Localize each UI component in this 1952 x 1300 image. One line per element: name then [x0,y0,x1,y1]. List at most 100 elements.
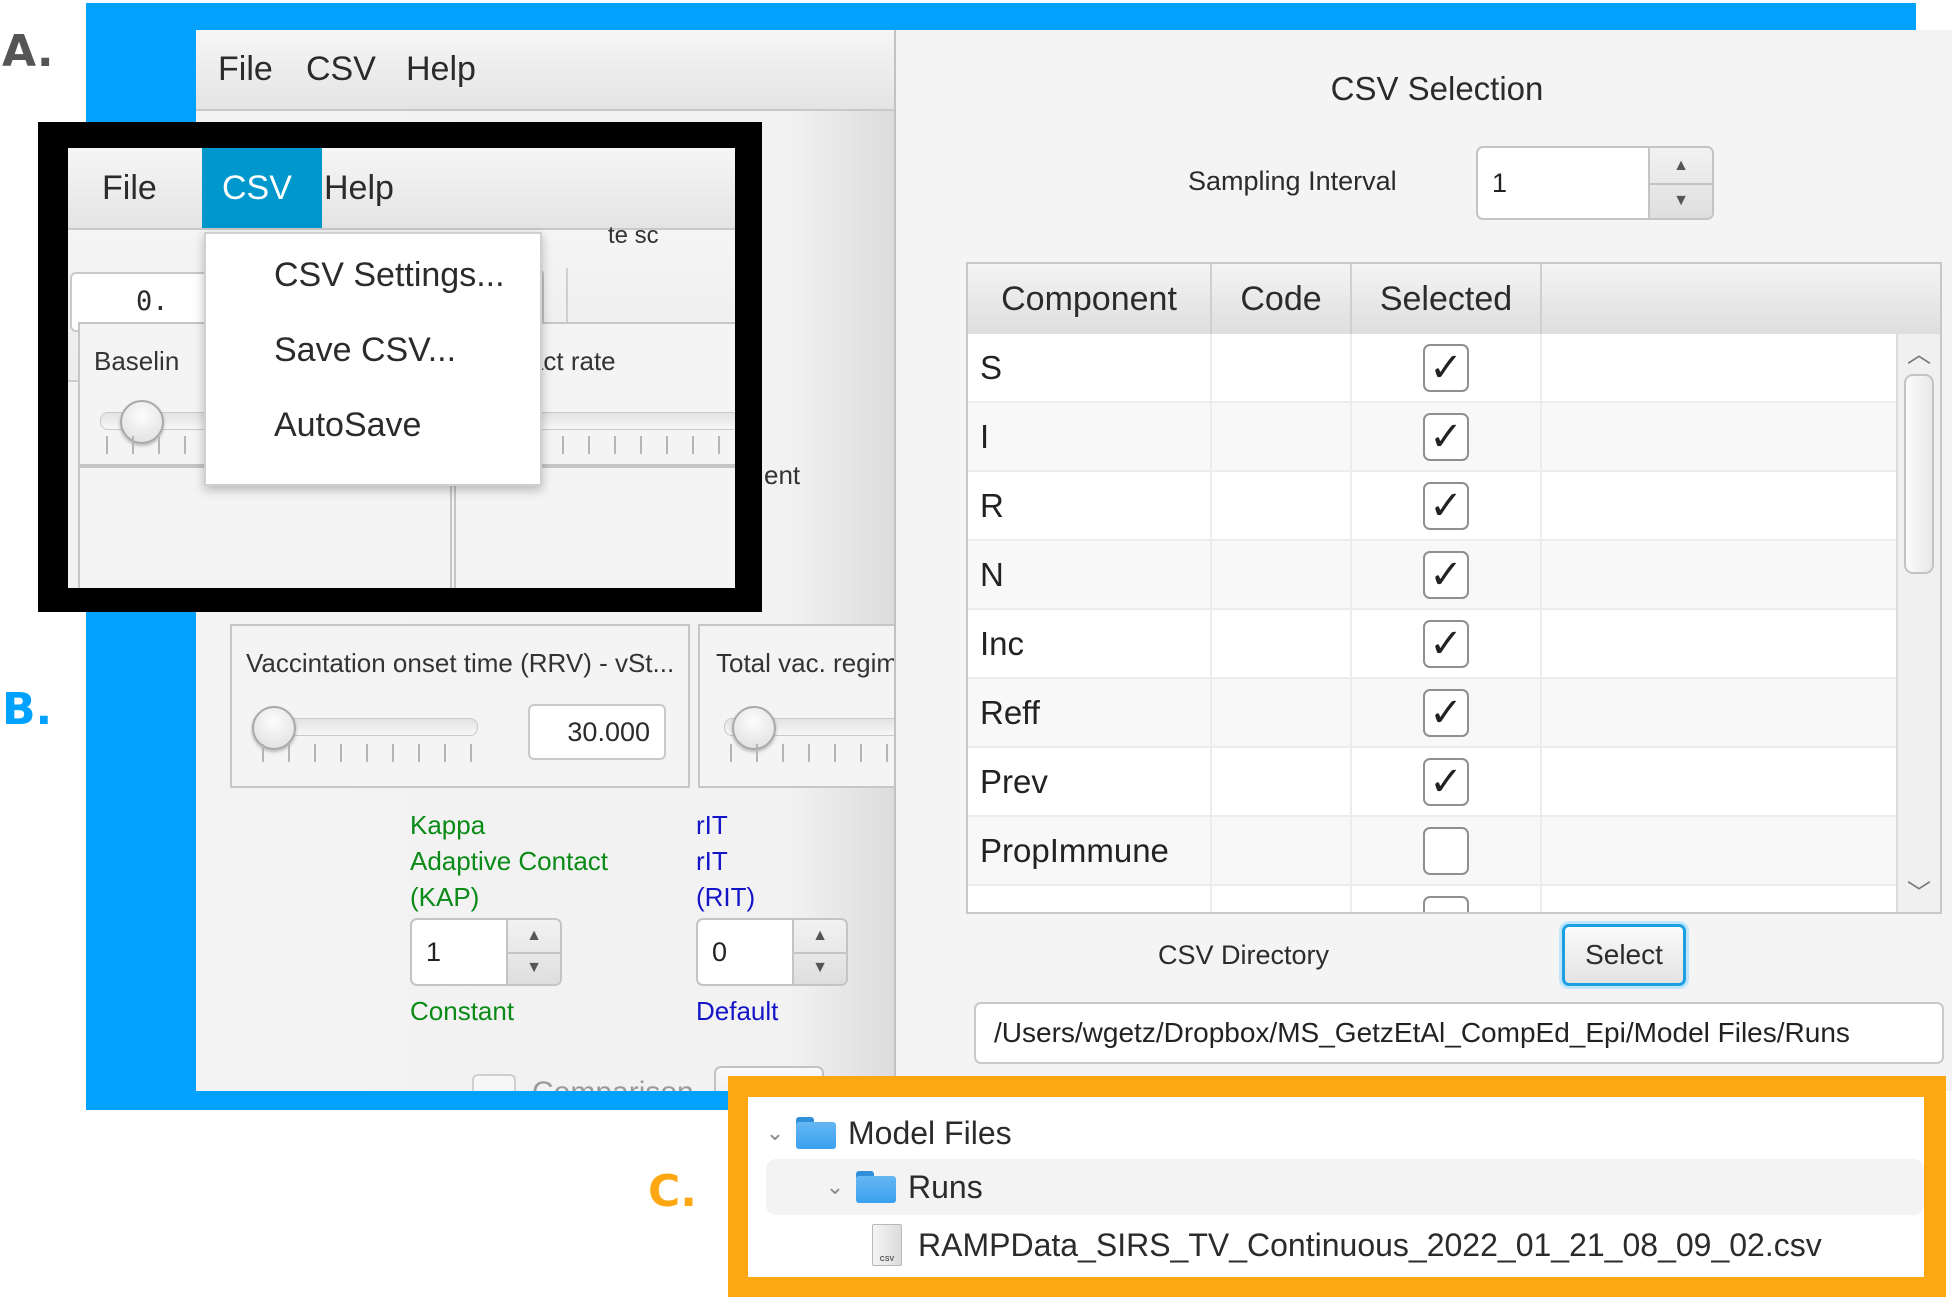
code-cell [1212,334,1352,401]
checkmark-icon: ✓ [1429,414,1463,459]
panel-label-b: B. [2,684,53,735]
selected-cell [1352,886,1542,912]
table-row[interactable]: R ✓ [968,472,1896,541]
kappa-value[interactable]: 1 [426,920,441,984]
vaccination-onset-ticks [262,744,482,762]
component-table: Component Code Selected S ✓ I ✓ R ✓ N ✓ Inc ✓ Reff… [966,262,1942,914]
table-row[interactable]: Inc ✓ [968,610,1896,679]
blank-cell [1542,403,1896,470]
selected-cell: ✓ [1352,472,1542,539]
partial-label-ent: ent [764,460,801,490]
selected-cell: ✓ [1352,403,1542,470]
sampling-increment-icon[interactable]: ▲ [1650,148,1712,185]
blank-cell [1542,472,1896,539]
finder-row-csv-file[interactable]: CSV RAMPData_SIRS_TV_Continuous_2022_01_… [748,1217,1924,1273]
sampling-interval-value[interactable]: 1 [1492,148,1507,218]
menu-item-csv-settings[interactable]: CSV Settings... [274,256,505,295]
component-cell: I [968,403,1212,470]
baseline-label: Baselin [94,346,180,376]
checkbox-checked[interactable]: ✓ [1423,619,1469,668]
table-row[interactable]: Reff ✓ [968,679,1896,748]
menu-help[interactable]: Help [386,30,496,109]
partial-label: te sc [608,222,659,249]
panel-label-a: A. [2,26,54,77]
panel-c-frame: ⌄ Model Files ⌄ Runs CSV RAMPData_SIRS_T… [728,1076,1946,1297]
rit-label-2: rIT [696,846,728,876]
kappa-decrement-icon[interactable]: ▼ [508,952,560,984]
selected-cell: ✓ [1352,334,1542,401]
sampling-interval-spinner[interactable]: 1 ▲ ▼ [1476,146,1714,220]
checkbox-checked[interactable]: ✓ [1423,343,1469,392]
table-row[interactable]: N ✓ [968,541,1896,610]
menu-item-autosave[interactable]: AutoSave [274,406,421,445]
csv-directory-path-field[interactable]: /Users/wgetz/Dropbox/MS_GetzEtAl_CompEd_… [974,1002,1944,1064]
sampling-interval-label: Sampling Interval [1188,166,1397,196]
inset-menu-file[interactable]: File [82,148,177,228]
menu-csv[interactable]: CSV [286,30,396,109]
scroll-down-icon[interactable]: ﹀ [1898,873,1940,908]
column-header-selected[interactable]: Selected [1352,264,1542,334]
column-header-code[interactable]: Code [1212,264,1352,334]
table-scrollbar[interactable]: ︿ ﹀ [1896,334,1940,912]
component-cell: PropImmune [968,817,1212,884]
table-row[interactable]: S ✓ [968,334,1896,403]
table-header: Component Code Selected [968,264,1940,336]
menu-item-save-csv[interactable]: Save CSV... [274,331,456,370]
table-row[interactable]: PropImmune [968,817,1896,886]
kappa-spinner[interactable]: 1 ▲ ▼ [410,918,562,986]
code-cell [1212,472,1352,539]
select-directory-button[interactable]: Select [1562,924,1686,986]
csv-selection-title: CSV Selection [1330,70,1544,107]
rit-value[interactable]: 0 [712,920,727,984]
checkbox-checked[interactable]: ✓ [1423,481,1469,530]
csv-selection-panel: CSV Selection Sampling Interval 1 ▲ ▼ Com… [896,30,1952,1091]
code-cell [1212,748,1352,815]
comparison-checkbox[interactable] [472,1074,516,1091]
sampling-decrement-icon[interactable]: ▼ [1650,183,1712,218]
kappa-label-3: (KAP) [410,882,480,912]
scrollbar-thumb[interactable] [1904,374,1934,574]
folder-icon [796,1117,836,1149]
code-cell [1212,817,1352,884]
column-header-component[interactable]: Component [968,264,1212,334]
checkbox-checked[interactable]: ✓ [1423,550,1469,599]
total-vac-slider-box: Total vac. regim [698,624,894,788]
checkbox-unchecked[interactable] [1423,895,1469,912]
vaccination-onset-label: Vaccintation onset time (RRV) - vSt... [246,648,675,678]
checkbox-checked[interactable]: ✓ [1423,688,1469,737]
blank-cell [1542,886,1896,912]
menu-file[interactable]: File [198,30,293,109]
checkbox-unchecked[interactable] [1423,826,1469,875]
checkbox-checked[interactable]: ✓ [1423,412,1469,461]
finder-row-runs[interactable]: ⌄ Runs [766,1159,1924,1215]
finder-list: ⌄ Model Files ⌄ Runs CSV RAMPData_SIRS_T… [748,1097,1924,1277]
rit-decrement-icon[interactable]: ▼ [794,952,846,984]
table-row[interactable] [968,886,1896,912]
kappa-increment-icon[interactable]: ▲ [508,920,560,954]
chevron-down-icon[interactable]: ⌄ [762,1120,788,1146]
rit-increment-icon[interactable]: ▲ [794,920,846,954]
total-vac-label: Total vac. regim [716,648,894,678]
selected-cell [1352,817,1542,884]
column-header-blank [1542,264,1940,334]
table-row[interactable]: I ✓ [968,403,1896,472]
code-cell [1212,679,1352,746]
blank-cell [1542,334,1896,401]
rit-spinner[interactable]: 0 ▲ ▼ [696,918,848,986]
inset-menu-help[interactable]: Help [304,148,414,228]
checkmark-icon: ✓ [1429,621,1463,666]
finder-row-model-files[interactable]: ⌄ Model Files [748,1105,1924,1161]
rit-label-1: rIT [696,810,728,840]
checkbox-checked[interactable]: ✓ [1423,757,1469,806]
total-vac-ticks [730,744,894,762]
inset-window: File CSV Help 0. JS On te sc Baselin ) 2… [68,148,735,588]
table-body: S ✓ I ✓ R ✓ N ✓ Inc ✓ Reff ✓ Prev ✓ PropImmune [968,334,1940,912]
component-cell [968,886,1212,912]
csv-dropdown-menu: CSV Settings... Save CSV... AutoSave [204,232,542,486]
code-cell [1212,403,1352,470]
select-button-label: Select [1585,939,1663,970]
table-row[interactable]: Prev ✓ [968,748,1896,817]
chevron-down-icon[interactable]: ⌄ [822,1174,848,1200]
scroll-up-icon[interactable]: ︿ [1898,334,1940,369]
vaccination-onset-value[interactable]: 30.000 [528,704,666,760]
